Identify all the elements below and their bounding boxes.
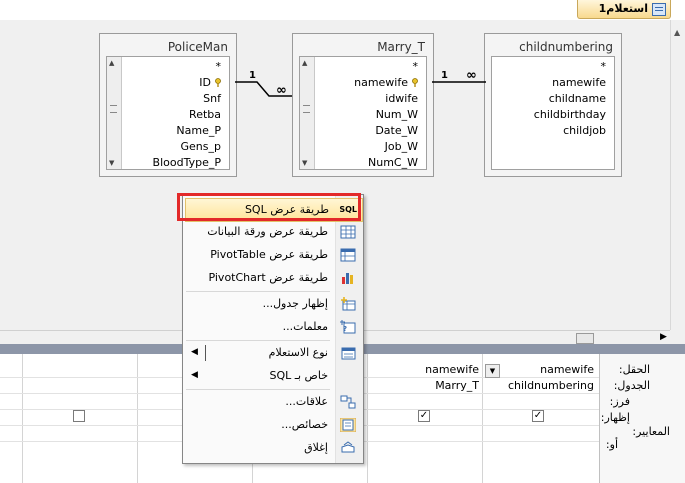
row-label-table: الجدول: [613, 379, 650, 392]
grid-field-cell[interactable]: namewife [385, 363, 479, 376]
field-item[interactable]: * [216, 59, 222, 75]
field-item[interactable]: namewife [354, 75, 408, 91]
scroll-thumb[interactable] [110, 105, 117, 113]
submenu-arrow-icon: ◀ [191, 347, 198, 357]
menu-item-query-type[interactable]: نوع الاستعلام ◀ [185, 342, 361, 364]
menu-item-sql-specific[interactable]: خاص بـ SQL ◀ [185, 365, 361, 387]
field-item[interactable]: Gens_p [181, 139, 221, 155]
field-item[interactable]: childbirthday [534, 107, 606, 123]
menu-item-properties[interactable]: خصائص... [185, 414, 361, 436]
grid-column-divider [22, 354, 23, 483]
row-label-or: أو: [605, 438, 618, 451]
row-label-criteria: المعايير: [632, 425, 670, 438]
menu-item-pivottable-view[interactable]: طريقة عرض PivotTable [185, 244, 361, 266]
join-one-label: 1 [249, 70, 256, 81]
field-list[interactable]: * namewife childname childbirthday child… [491, 56, 615, 170]
pivotchart-icon [342, 273, 353, 284]
query-tab-title: استعلام1 [598, 2, 648, 15]
svg-text:?: ? [343, 325, 347, 333]
scroll-thumb[interactable] [576, 333, 594, 344]
design-pane-vertical-scrollbar[interactable]: ▲ [670, 20, 685, 330]
table-title: childnumbering [519, 40, 613, 54]
show-checkbox[interactable]: ✓ [418, 410, 430, 422]
scroll-up-icon[interactable]: ▲ [302, 59, 307, 67]
row-label-sort: فرز: [609, 395, 630, 408]
grid-column-divider [137, 354, 138, 483]
submenu-arrow-icon: ◀ [191, 370, 198, 380]
field-item[interactable]: Date_W [375, 123, 418, 139]
scroll-up-icon[interactable]: ▲ [109, 59, 114, 67]
primary-key-icon [412, 78, 418, 87]
menu-item-show-table[interactable]: إظهار جدول... [185, 293, 361, 315]
grid-field-cell[interactable]: namewife [510, 363, 594, 376]
field-item[interactable]: Retba [189, 107, 221, 123]
scroll-thumb[interactable] [303, 105, 310, 113]
grid-column-divider [482, 354, 483, 483]
menu-item-datasheet-view[interactable]: طريقة عرض ورقة البيانات [185, 221, 361, 243]
join-many-label: ∞ [276, 83, 287, 98]
scrollbar-corner [670, 330, 685, 344]
menu-separator [186, 340, 330, 341]
scroll-right-icon[interactable]: ▶ [660, 332, 667, 342]
field-item[interactable]: childjob [563, 123, 606, 139]
table-box-policeman[interactable]: PoliceMan ▲ ▼ * ID Snf Retba Name_P Gens… [99, 33, 237, 177]
menu-item-close[interactable]: إغلاق [185, 437, 361, 459]
field-item[interactable]: Snf [203, 91, 221, 107]
field-dropdown-button[interactable]: ▼ [485, 364, 500, 378]
join-one-label: 1 [441, 70, 448, 81]
primary-key-icon [215, 78, 221, 87]
menu-separator [186, 291, 330, 292]
show-checkbox[interactable] [73, 410, 85, 422]
join-many-label: ∞ [466, 68, 477, 83]
table-title: Marry_T [377, 40, 425, 54]
row-label-field: الحقل: [618, 363, 650, 376]
context-menu: SQL طريقة عرض SQL طريقة عرض ورقة البيانا… [182, 194, 364, 464]
field-item[interactable]: * [413, 59, 419, 75]
datasheet-icon [340, 225, 356, 239]
field-item[interactable]: Job_W [385, 139, 418, 155]
show-checkbox[interactable]: ✓ [532, 410, 544, 422]
row-label-show: إظهار: [600, 411, 630, 424]
field-item[interactable]: namewife [552, 75, 606, 91]
relationships-icon [340, 395, 356, 409]
show-table-icon [341, 297, 356, 311]
properties-icon [340, 418, 356, 432]
field-item[interactable]: ID [199, 75, 211, 91]
menu-item-parameters[interactable]: ? معلمات... [185, 316, 361, 338]
table-title: PoliceMan [167, 40, 228, 54]
close-icon [341, 441, 355, 453]
field-list-scrollbar[interactable]: ▲ ▼ [107, 57, 122, 169]
field-item[interactable]: * [601, 59, 607, 75]
field-item[interactable]: NumC_W [368, 155, 418, 171]
field-list[interactable]: ▲ ▼ * namewife idwife Num_W Date_W Job_W… [299, 56, 427, 170]
field-list-scrollbar[interactable]: ▲ ▼ [300, 57, 315, 169]
field-item[interactable]: Name_P [176, 123, 221, 139]
query-type-icon [341, 347, 356, 360]
scroll-down-icon[interactable]: ▼ [302, 159, 307, 167]
scroll-up-icon[interactable]: ▲ [674, 28, 680, 37]
field-item[interactable]: BloodType_P [153, 155, 221, 171]
field-item[interactable]: Num_W [376, 107, 418, 123]
grid-table-cell[interactable]: Marry_T [385, 379, 479, 392]
field-list[interactable]: ▲ ▼ * ID Snf Retba Name_P Gens_p BloodTy… [106, 56, 230, 170]
table-box-marry-t[interactable]: Marry_T ▲ ▼ * namewife idwife Num_W Date… [292, 33, 434, 177]
field-item[interactable]: idwife [385, 91, 418, 107]
scroll-down-icon[interactable]: ▼ [109, 159, 114, 167]
menu-item-pivotchart-view[interactable]: طريقة عرض PivotChart [185, 267, 361, 289]
grid-column-divider [367, 354, 368, 483]
highlight-box [177, 193, 361, 221]
menu-item-relationships[interactable]: علاقات... [185, 391, 361, 413]
parameters-icon: ? [340, 320, 356, 334]
pivottable-icon [340, 248, 356, 262]
query-tab[interactable]: استعلام1 [577, 0, 671, 19]
grid-row-labels: الحقل: الجدول: فرز: إظهار: المعايير: أو: [599, 354, 685, 483]
table-box-childnumbering[interactable]: childnumbering * namewife childname chil… [484, 33, 622, 177]
grid-table-cell[interactable]: childnumbering [500, 379, 594, 392]
field-item[interactable]: childname [549, 91, 606, 107]
query-icon [652, 3, 666, 16]
menu-separator [186, 389, 330, 390]
document-tab-bar: استعلام1 [0, 0, 685, 20]
